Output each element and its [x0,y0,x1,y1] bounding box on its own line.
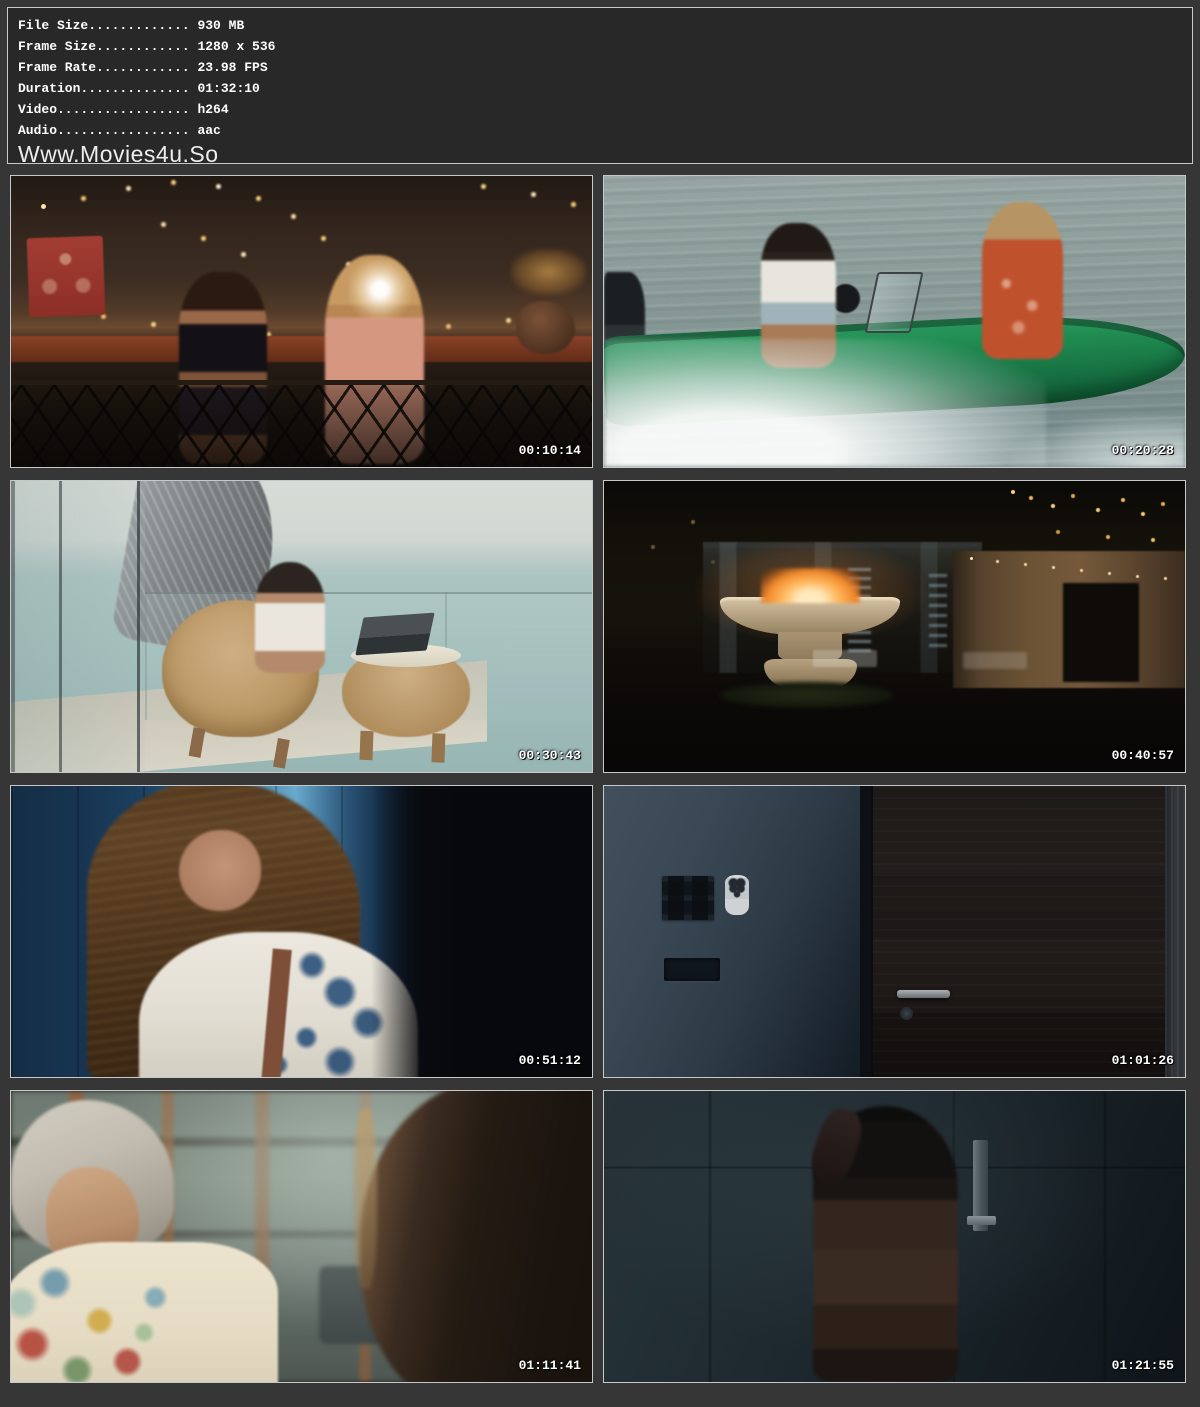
light-switch-panel [662,876,714,920]
meta-label: Audio................. [18,123,190,138]
table-legs [359,731,373,761]
glass-wall [11,481,145,772]
meta-value: 23.98 FPS [197,60,267,75]
woman-face [179,830,260,911]
meta-label: Frame Rate............ [18,60,190,75]
bar-counter [11,336,592,362]
string-lights [41,204,46,209]
timestamp-overlay: 00:10:14 [519,443,581,458]
lower-switch-plate [664,958,720,981]
planting-ring [720,682,894,708]
flames [761,568,860,603]
timestamp-overlay: 01:01:26 [1112,1053,1174,1068]
hair-strand-highlight [354,1108,377,1288]
ac-remote-holder [725,875,749,916]
meta-value: aac [197,123,220,138]
media-info-panel: File Size............. 930 MB Frame Size.… [7,7,1193,164]
meta-label: Video................. [18,102,190,117]
shower-bracket [967,1216,996,1225]
thumbnail-shower: 01:21:55 [603,1090,1186,1383]
ceiling-spotlights [970,557,973,560]
passenger-figure [982,202,1063,359]
floral-shirt [10,1242,278,1383]
meta-label: Frame Size............ [18,39,190,54]
meta-field-video: Video................. h264 [18,99,1182,120]
camera-flash-light [348,260,412,318]
meta-field-duration: Duration.............. 01:32:10 [18,78,1182,99]
glowing-sign [511,249,587,296]
meta-value: 1280 x 536 [197,39,275,54]
meta-value: h264 [197,102,228,117]
dark-doorway [1063,583,1139,682]
meta-field-file-size: File Size............. 930 MB [18,15,1182,36]
hanging-light-cluster [929,574,946,650]
timestamp-overlay: 00:51:12 [519,1053,581,1068]
bow-spray [1011,415,1185,467]
metal-railing [11,380,592,467]
meta-value: 930 MB [197,18,244,33]
benches [813,650,877,667]
bedroom-wall [604,786,860,1077]
thumbnail-two-men: 01:11:41 [10,1090,593,1383]
handbag [516,301,574,353]
tree-string-lights [1011,490,1015,494]
thumbnail-dark-door: 01:01:26 [603,785,1186,1078]
door-handle [897,990,949,999]
laptop [355,612,434,655]
curtain-edge [1165,786,1185,1077]
thumbnail-courtyard-fire: 00:40:57 [603,480,1186,773]
red-banner [27,236,105,317]
timestamp-overlay: 01:11:41 [519,1358,581,1373]
meta-label: Duration.............. [18,81,190,96]
meta-value: 01:32:10 [197,81,259,96]
wooden-door [871,786,1164,1077]
meta-field-frame-size: Frame Size............ 1280 x 536 [18,36,1182,57]
timestamp-overlay: 00:40:57 [1112,748,1174,763]
site-watermark: Www.Movies4u.So [18,142,1182,164]
timestamp-overlay: 00:30:43 [519,748,581,763]
boat-wake-foam [604,339,1046,467]
meta-label: File Size............. [18,18,190,33]
timestamp-overlay: 01:21:55 [1112,1358,1174,1373]
meta-field-audio: Audio................. aac [18,120,1182,141]
screenshot-grid: 00:10:14 00:20:28 00:30:43 [0,175,1200,1383]
video-preview-sheet: File Size............. 930 MB Frame Size.… [0,7,1200,1383]
thumbnail-night-market: 00:10:14 [10,175,593,468]
meta-field-frame-rate: Frame Rate............ 23.98 FPS [18,57,1182,78]
timestamp-overlay: 00:20:28 [1112,443,1174,458]
thumbnail-balcony: 00:30:43 [10,480,593,773]
seated-woman-figure [255,562,325,673]
thumbnail-speedboat: 00:20:28 [603,175,1186,468]
younger-man-silhouette [360,1090,593,1383]
thumbnail-woman-blouse: 00:51:12 [10,785,593,1078]
foreground-silhouette [371,786,592,1077]
